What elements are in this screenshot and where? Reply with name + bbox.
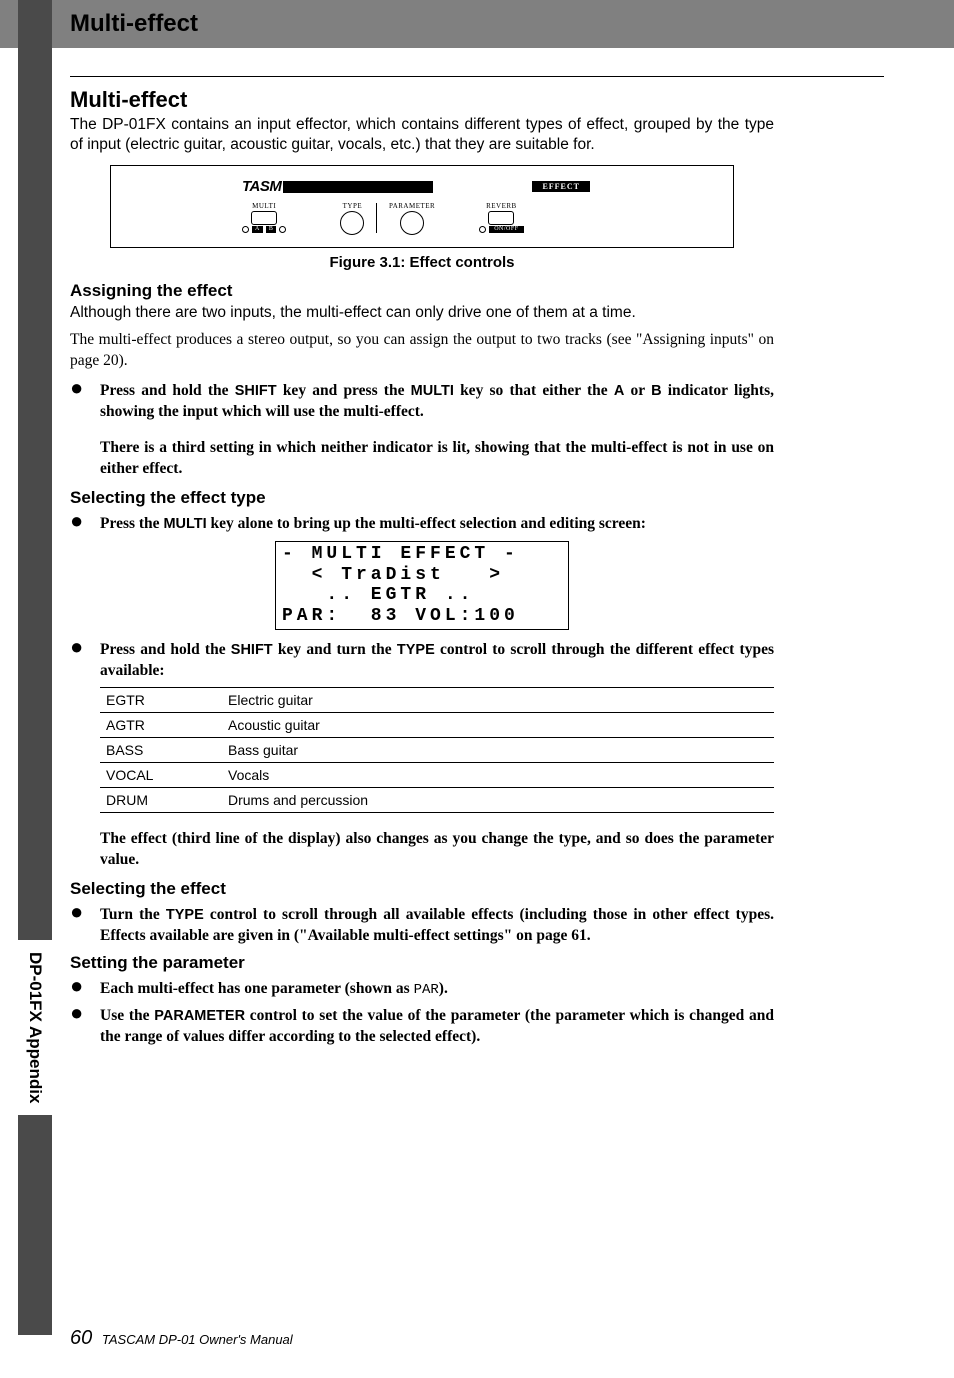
reverb-button-group: REVERB ON/OFF [479,202,523,233]
table-label: Acoustic guitar [222,713,774,738]
multi-button[interactable] [251,211,277,225]
header-title: Multi-effect [70,10,198,38]
reverb-button[interactable] [488,211,514,225]
page-footer: 60 TASCAM DP-01 Owner's Manual [70,1327,293,1350]
assigning-follow: There is a third setting in which neithe… [100,438,774,480]
lcd-display: - MULTI EFFECT - < TraDist > .. EGTR .. … [275,541,569,630]
table-row: DRUMDrums and percussion [100,788,774,813]
side-tab-label: DP-01FX Appendix [25,940,45,1115]
table-label: Drums and percussion [222,788,774,813]
setparam-bullet-1: ● Each multi-effect has one parameter (s… [70,979,774,1000]
chip-b: B [266,226,277,233]
multi-label: MULTI [252,202,276,210]
side-tab-dark-bottom [18,1115,52,1335]
type-knob-group: TYPE [340,202,364,235]
section-heading-multi-effect: Multi-effect [70,87,774,113]
bullet-icon: ● [70,905,100,947]
page-number: 60 [70,1327,92,1349]
assigning-bullet-1-body: Press and hold the SHIFT key and press t… [100,381,774,423]
chip-onoff: ON/OFF [489,226,523,233]
seltype-bullet-2: ● Press and hold the SHIFT key and turn … [70,640,774,682]
seltype-follow: The effect (third line of the display) a… [100,829,774,871]
table-code: BASS [100,738,222,763]
setparam-bullet-2-body: Use the PARAMETER control to set the val… [100,1006,774,1048]
table-code: VOCAL [100,763,222,788]
subheading-setting-parameter: Setting the parameter [70,953,774,973]
effect-label: EFFECT [532,181,590,192]
table-code: DRUM [100,788,222,813]
intro-paragraph: The DP-01FX contains an input effector, … [70,115,774,155]
bullet-icon: ● [70,514,100,535]
figure-caption: Figure 3.1: Effect controls [70,254,774,271]
table-row: VOCALVocals [100,763,774,788]
table-label: Vocals [222,763,774,788]
table-row: AGTRAcoustic guitar [100,713,774,738]
table-label: Electric guitar [222,688,774,713]
parameter-knob[interactable] [400,211,424,235]
parameter-label: PARAMETER [389,202,435,210]
multi-button-group: MULTI A B [242,202,286,233]
subheading-selecting-effect: Selecting the effect [70,879,774,899]
led-a [242,226,249,233]
table-code: AGTR [100,713,222,738]
bullet-icon: ● [70,979,100,1000]
header-band: Multi-effect [0,0,954,48]
footer-book-title: TASCAM DP-01 Owner's Manual [102,1332,293,1347]
table-row: EGTRElectric guitar [100,688,774,713]
seltype-bullet-1: ● Press the MULTI key alone to bring up … [70,514,774,535]
type-label: TYPE [343,202,363,210]
figure-effect-controls: TASM EFFECT MULTI A B [110,165,734,248]
chip-a: A [252,226,263,233]
table-row: BASSBass guitar [100,738,774,763]
tascam-logo: TASM [242,178,433,195]
assigning-bullet-1: ● Press and hold the SHIFT key and press… [70,381,774,423]
subheading-selecting-type: Selecting the effect type [70,488,774,508]
setparam-bullet-1-body: Each multi-effect has one parameter (sho… [100,979,774,1000]
table-label: Bass guitar [222,738,774,763]
led-onoff [479,226,486,233]
assigning-p2: The multi-effect produces a stereo outpu… [70,330,774,370]
seleffect-bullet-1-body: Turn the TYPE control to scroll through … [100,905,774,947]
reverb-label: REVERB [486,202,517,210]
side-tab-dark [18,0,52,940]
type-knob[interactable] [340,211,364,235]
subheading-assigning: Assigning the effect [70,281,774,301]
setparam-bullet-2: ● Use the PARAMETER control to set the v… [70,1006,774,1048]
seltype-bullet-2-body: Press and hold the SHIFT key and turn th… [100,640,774,682]
parameter-knob-group: PARAMETER [389,202,435,235]
assigning-p1: Although there are two inputs, the multi… [70,303,774,323]
header-rule [70,76,884,77]
bullet-icon: ● [70,381,100,423]
table-code: EGTR [100,688,222,713]
effect-types-table: EGTRElectric guitar AGTRAcoustic guitar … [100,687,774,813]
seltype-bullet-1-body: Press the MULTI key alone to bring up th… [100,514,774,535]
led-b [279,226,286,233]
seleffect-bullet-1: ● Turn the TYPE control to scroll throug… [70,905,774,947]
knob-divider [376,203,377,233]
bullet-icon: ● [70,640,100,682]
bullet-icon: ● [70,1006,100,1048]
